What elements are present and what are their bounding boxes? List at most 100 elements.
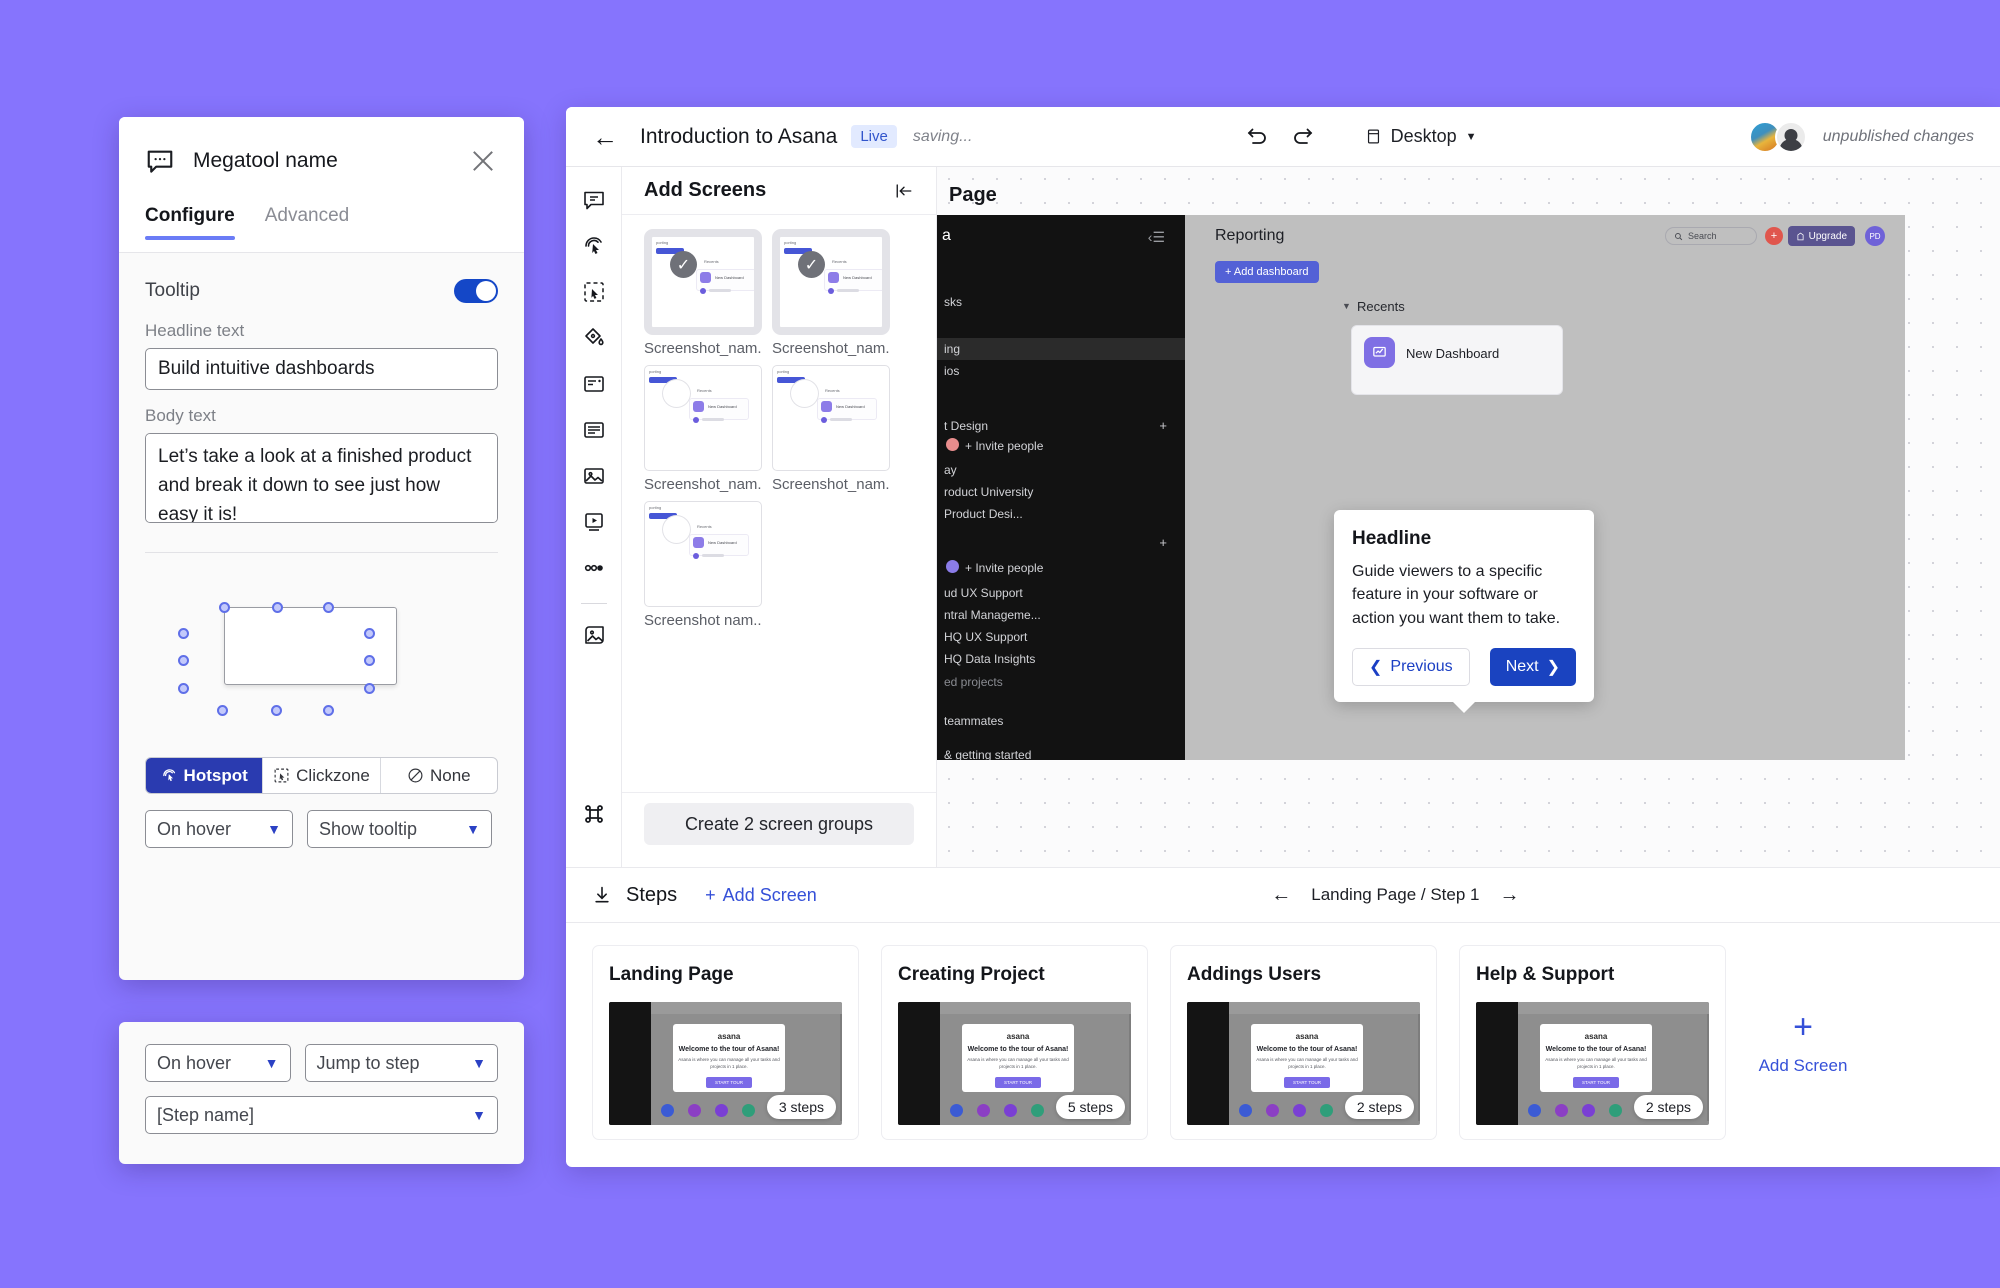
screen-thumbnail-image: porting Recents New Dashboard: [772, 365, 890, 471]
arrow-left-icon[interactable]: ←: [1271, 884, 1291, 907]
image-tool-icon[interactable]: [577, 459, 611, 493]
handle-top-right[interactable]: [323, 602, 334, 613]
arrow-right-icon[interactable]: →: [1499, 884, 1519, 907]
handle-top-center[interactable]: [272, 602, 283, 613]
media-library-icon[interactable]: [577, 618, 611, 652]
handle-bottom-center[interactable]: [271, 705, 282, 716]
tooltip-headline: Headline: [1352, 528, 1576, 550]
add-screen-link[interactable]: + Add Screen: [705, 885, 817, 906]
undo-icon[interactable]: [1245, 125, 1269, 149]
trigger-dropdown[interactable]: On hover ▼: [145, 810, 293, 848]
asana-logo: asana: [1007, 1032, 1030, 1041]
headline-input[interactable]: [145, 348, 498, 390]
preview-search-input[interactable]: Search: [1665, 227, 1757, 245]
avatar[interactable]: [1775, 121, 1807, 153]
handle-bottom-right[interactable]: [323, 705, 334, 716]
preview-menu-icon: ‹☰: [1148, 229, 1165, 246]
secondary-trigger-dropdown[interactable]: On hover ▼: [145, 1044, 291, 1082]
interaction-type-segmented: Hotspot Clickzone: [145, 757, 498, 794]
screen-card[interactable]: Landing Page asana Welcome to the tour o…: [592, 945, 859, 1140]
screen-thumbnail[interactable]: porting Recents New Dashboard ✓ Screensh…: [644, 229, 762, 357]
preview-user-avatar[interactable]: PD: [1865, 226, 1885, 246]
screen-thumbnail[interactable]: porting Recents New Dashboard Screenshot…: [772, 365, 890, 493]
screen-thumbnail-image: porting Recents New Dashboard: [644, 365, 762, 471]
body-textarea[interactable]: Let’s take a look at a finished product …: [145, 433, 498, 523]
modal-body: Asana is where you can manage all your t…: [1251, 1057, 1363, 1071]
sidebar-item: ud UX Support: [944, 586, 1023, 600]
tool-rail: [566, 167, 622, 867]
back-arrow-icon[interactable]: ←: [592, 124, 618, 150]
mini-section: Recents: [704, 259, 719, 264]
screen-card[interactable]: Help & Support asana Welcome to the tour…: [1459, 945, 1726, 1140]
create-screen-groups-button[interactable]: Create 2 screen groups: [644, 803, 914, 845]
add-screens-footer: Create 2 screen groups: [622, 792, 936, 867]
dashboard-card-title: New Dashboard: [1406, 346, 1499, 361]
modal-headline: Welcome to the tour of Asana!: [1257, 1046, 1358, 1053]
screen-card-title: Landing Page: [609, 964, 842, 986]
preview-people-row: [661, 1104, 755, 1117]
step-name-dropdown[interactable]: [Step name] ▼: [145, 1096, 498, 1134]
device-selector[interactable]: Desktop ▼: [1365, 126, 1477, 147]
step-count-badge: 2 steps: [1634, 1095, 1703, 1119]
unpublished-changes-label: unpublished changes: [1823, 128, 1974, 146]
upgrade-icon: [1796, 232, 1805, 241]
segment-hotspot[interactable]: Hotspot: [146, 758, 263, 793]
selection-box[interactable]: [224, 607, 397, 685]
asana-logo: asana: [718, 1032, 741, 1041]
dashboard-card[interactable]: New Dashboard: [1351, 325, 1563, 395]
redo-icon[interactable]: [1291, 125, 1315, 149]
screen-thumbnail[interactable]: porting Recents New Dashboard Screenshot…: [644, 501, 762, 629]
preview-topbar: [940, 1002, 1131, 1014]
text-tool-icon[interactable]: [577, 413, 611, 447]
close-icon[interactable]: [468, 146, 498, 176]
screen-thumbnail[interactable]: porting Recents New Dashboard ✓ Screensh…: [772, 229, 890, 357]
segment-none[interactable]: None: [381, 758, 497, 793]
add-screen-card[interactable]: + Add Screen: [1748, 945, 1858, 1140]
plus-icon: +: [1793, 1010, 1813, 1044]
handle-mid-right[interactable]: [364, 655, 375, 666]
previous-button[interactable]: ❮ Previous: [1352, 648, 1470, 686]
upgrade-button[interactable]: Upgrade: [1788, 226, 1855, 246]
handle-mid-right-dn[interactable]: [364, 683, 375, 694]
step-navigator: ← Landing Page / Step 1 →: [1271, 884, 1519, 907]
download-steps-icon[interactable]: [592, 885, 612, 905]
paint-tool-icon[interactable]: [577, 321, 611, 355]
screen-thumbnail[interactable]: porting Recents New Dashboard Screenshot…: [644, 365, 762, 493]
action-dropdown[interactable]: Show tooltip ▼: [307, 810, 492, 848]
secondary-action-dropdown[interactable]: Jump to step ▼: [305, 1044, 499, 1082]
next-button[interactable]: Next ❯: [1490, 648, 1576, 686]
modal-tool-icon[interactable]: [577, 367, 611, 401]
tooltip-buttons: ❮ Previous Next ❯: [1352, 648, 1576, 686]
collapse-left-icon[interactable]: [894, 182, 914, 200]
more-tool-icon[interactable]: [577, 551, 611, 585]
handle-mid-left-dn[interactable]: [178, 683, 189, 694]
screen-card[interactable]: Addings Users asana Welcome to the tour …: [1170, 945, 1437, 1140]
mini-dot-line: [702, 418, 724, 421]
handle-mid-left[interactable]: [178, 655, 189, 666]
handle-bottom-left[interactable]: [217, 705, 228, 716]
toggle-knob: [476, 281, 496, 301]
video-tool-icon[interactable]: [577, 505, 611, 539]
tooltip-tool-icon[interactable]: [577, 183, 611, 217]
screen-card[interactable]: Creating Project asana Welcome to the to…: [881, 945, 1148, 1140]
sidebar-avatar: [946, 560, 959, 573]
preview-sidebar: [1187, 1002, 1229, 1125]
command-icon[interactable]: [577, 797, 611, 831]
editor-canvas[interactable]: Page a ‹☰ sks ing ios t Design + + Invit…: [937, 167, 2000, 867]
mini-dot: [828, 288, 834, 294]
canvas-page-label: Page: [949, 184, 997, 207]
mini-section: Recents: [697, 524, 712, 529]
tab-configure[interactable]: Configure: [145, 205, 235, 239]
add-dashboard-button[interactable]: + Add dashboard: [1215, 261, 1319, 283]
segment-clickzone[interactable]: Clickzone: [263, 758, 380, 793]
clickzone-tool-icon[interactable]: [577, 275, 611, 309]
tooltip-toggle[interactable]: [454, 279, 498, 303]
handle-mid-left-up[interactable]: [178, 628, 189, 639]
current-step-label: Landing Page / Step 1: [1311, 885, 1479, 905]
handle-mid-right-up[interactable]: [364, 628, 375, 639]
handle-top-left[interactable]: [219, 602, 230, 613]
preview-add-button[interactable]: +: [1765, 227, 1783, 245]
tab-advanced[interactable]: Advanced: [265, 205, 350, 239]
hotspot-tool-icon[interactable]: [577, 229, 611, 263]
stack-layer: [1418, 1006, 1420, 1121]
